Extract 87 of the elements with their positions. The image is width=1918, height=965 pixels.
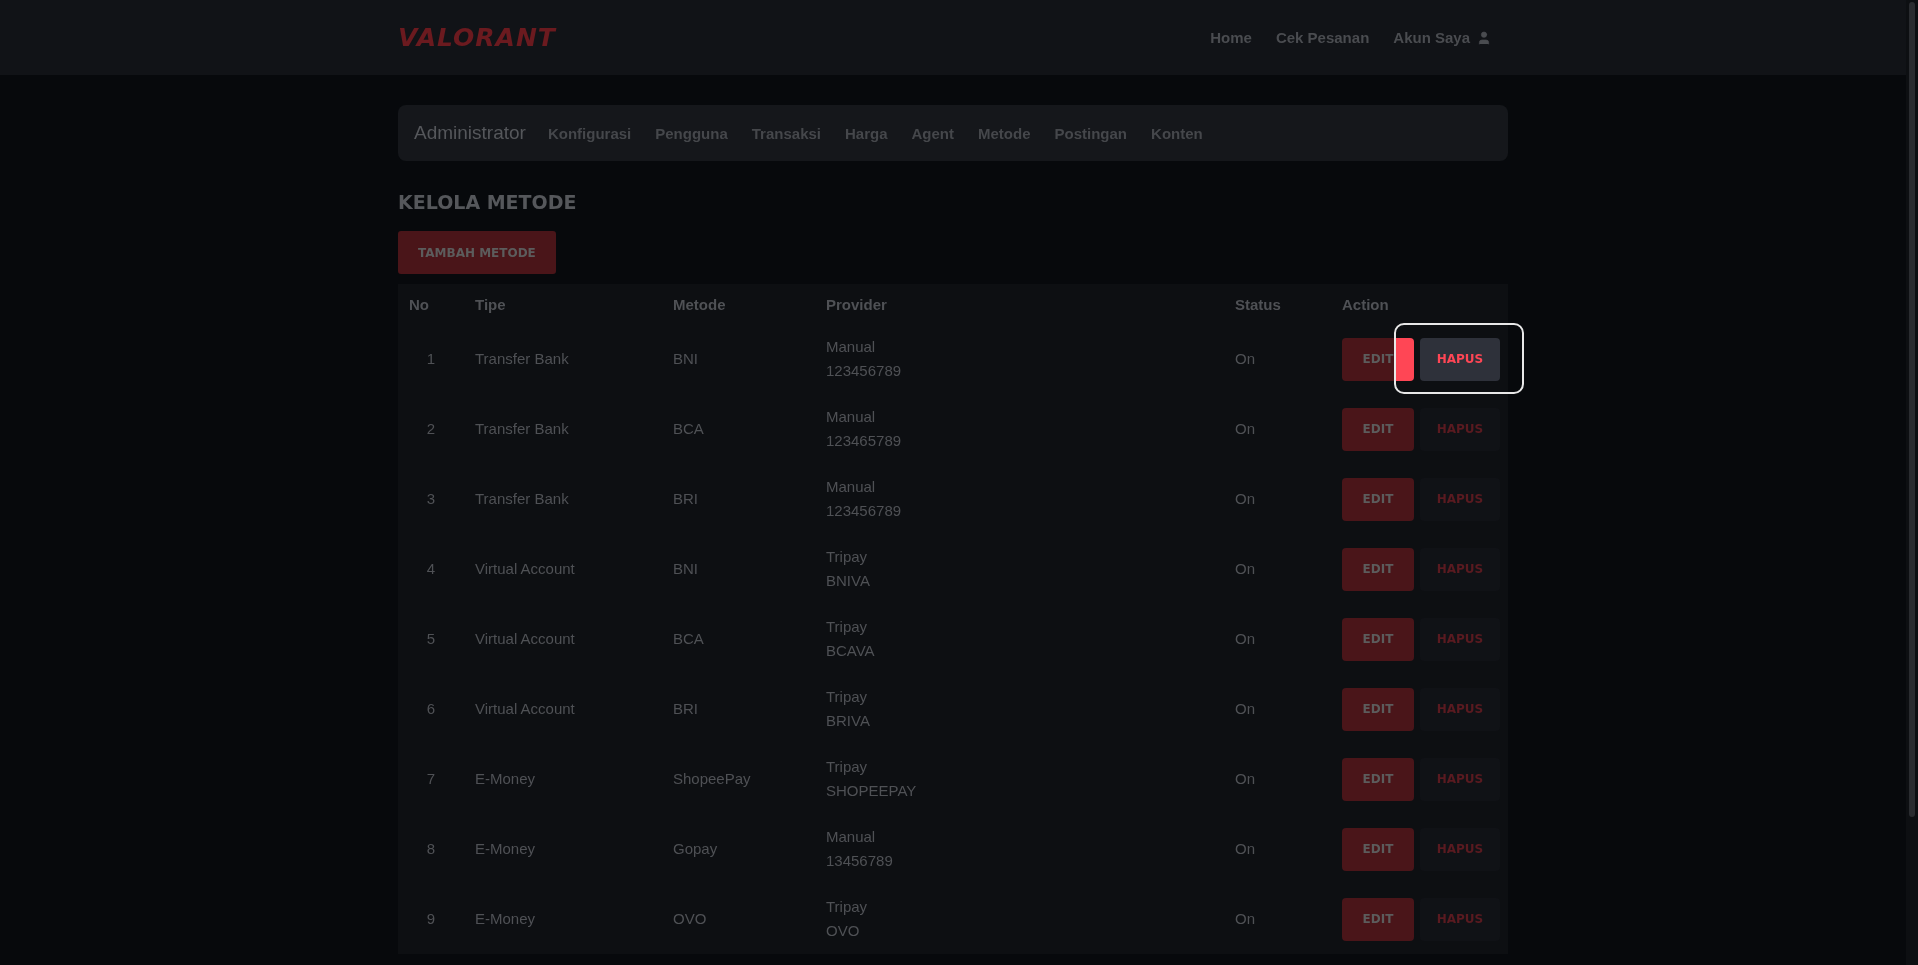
column-header: Action (1341, 295, 1390, 313)
table-cell-text: OVO (672, 909, 708, 929)
table-cell-text: BNI (672, 559, 699, 579)
edit-button[interactable]: EDIT (1342, 477, 1414, 521)
table-cell-text: BCA (672, 629, 705, 649)
table-cell-text: 7 (425, 769, 437, 789)
column-header: Status (1234, 295, 1282, 313)
table-cell-text: Virtual Account (474, 629, 576, 649)
page-title: KELOLA METODE (398, 191, 578, 213)
column-header: Metode (672, 295, 727, 313)
table-cell-text: Transfer Bank (474, 419, 570, 439)
table-cell-text: Manual (826, 407, 877, 427)
table-cell-text: E-Money (474, 769, 537, 789)
table-cell-text: Tripay (826, 547, 869, 567)
table-cell-text: Transfer Bank (474, 349, 570, 369)
table-cell-text: BNI (672, 349, 699, 369)
table-cell-text: Manual (826, 477, 877, 497)
edit-button[interactable]: EDIT (1342, 337, 1414, 381)
column-header: Provider (825, 295, 888, 313)
delete-button[interactable]: HAPUS (1420, 617, 1500, 661)
table-cell-text: Virtual Account (474, 699, 576, 719)
table-cell-text: On (1234, 629, 1256, 649)
logo[interactable]: VALORANT (398, 23, 556, 52)
table-cell-text: SHOPEEPAY (826, 781, 918, 801)
table-cell-text: E-Money (474, 839, 537, 859)
table-cell-text: On (1234, 349, 1256, 369)
edit-button[interactable]: EDIT (1342, 547, 1414, 591)
edit-button[interactable]: EDIT (1342, 407, 1414, 451)
edit-button[interactable]: EDIT (1342, 687, 1414, 731)
table-cell-text: 9 (425, 909, 437, 929)
edit-button[interactable]: EDIT (1342, 617, 1414, 661)
table-cell-text: Manual (826, 827, 877, 847)
table-cell-text: On (1234, 839, 1256, 859)
table-cell-text: Tripay (826, 617, 869, 637)
table-cell-text: ShopeePay (672, 769, 752, 789)
table-cell-text: E-Money (474, 909, 537, 929)
table-cell-text: 8 (425, 839, 437, 859)
user-icon (1476, 29, 1492, 46)
column-header: No (408, 295, 430, 313)
table-cell-text: Transfer Bank (474, 489, 570, 509)
nav-link[interactable]: Akun Saya (1393, 29, 1492, 46)
delete-button[interactable]: HAPUS (1420, 477, 1500, 521)
table-cell-text: On (1234, 559, 1256, 579)
admin-title: Administrator (414, 122, 526, 144)
table-cell-text: On (1234, 769, 1256, 789)
table-cell-text: 3 (425, 489, 437, 509)
table-cell-text: OVO (826, 921, 861, 941)
table-cell-text: Gopay (672, 839, 719, 859)
nav-link[interactable]: Cek Pesanan (1275, 29, 1370, 46)
table-cell-text: Tripay (826, 687, 869, 707)
delete-button[interactable]: HAPUS (1420, 407, 1500, 451)
table-cell-text: 1 (425, 349, 437, 369)
delete-button[interactable]: HAPUS (1420, 337, 1500, 381)
table-cell-text: 5 (425, 629, 437, 649)
table-cell-text: BRI (672, 489, 699, 509)
table-cell-text: Tripay (826, 757, 869, 777)
delete-button[interactable]: HAPUS (1420, 757, 1500, 801)
table-cell-text: Virtual Account (474, 559, 576, 579)
delete-button[interactable]: HAPUS (1420, 827, 1500, 871)
table-cell-text: 4 (425, 559, 437, 579)
add-method-button[interactable]: TAMBAH METODE (398, 231, 556, 274)
table-cell-text: BRIVA (826, 711, 871, 731)
scrollbar-thumb[interactable] (1909, 2, 1915, 817)
edit-button[interactable]: EDIT (1342, 757, 1414, 801)
nav-link[interactable]: Home (1210, 29, 1252, 46)
table-cell-text: On (1234, 489, 1256, 509)
table-cell-text: BCAVA (826, 641, 876, 661)
table-cell-text: 13456789 (826, 851, 894, 871)
column-header: Tipe (474, 295, 507, 313)
delete-button[interactable]: HAPUS (1420, 687, 1500, 731)
table-cell-text: On (1234, 699, 1256, 719)
table-cell-text: 123456789 (826, 501, 903, 521)
table-cell-text: Manual (826, 337, 877, 357)
table-cell-text: On (1234, 909, 1256, 929)
table-cell-text: 123465789 (826, 431, 903, 451)
delete-button[interactable]: HAPUS (1420, 547, 1500, 591)
table-cell-text: BNIVA (826, 571, 871, 591)
table-cell-text: 123456789 (826, 361, 903, 381)
edit-button[interactable]: EDIT (1342, 897, 1414, 941)
table-cell-text: BCA (672, 419, 705, 439)
table-cell-text: 6 (425, 699, 437, 719)
table-cell-text: Tripay (826, 897, 869, 917)
table-cell-text: BRI (672, 699, 699, 719)
table-cell-text: On (1234, 419, 1256, 439)
edit-button[interactable]: EDIT (1342, 827, 1414, 871)
delete-button[interactable]: HAPUS (1420, 897, 1500, 941)
table-cell-text: 2 (425, 419, 437, 439)
